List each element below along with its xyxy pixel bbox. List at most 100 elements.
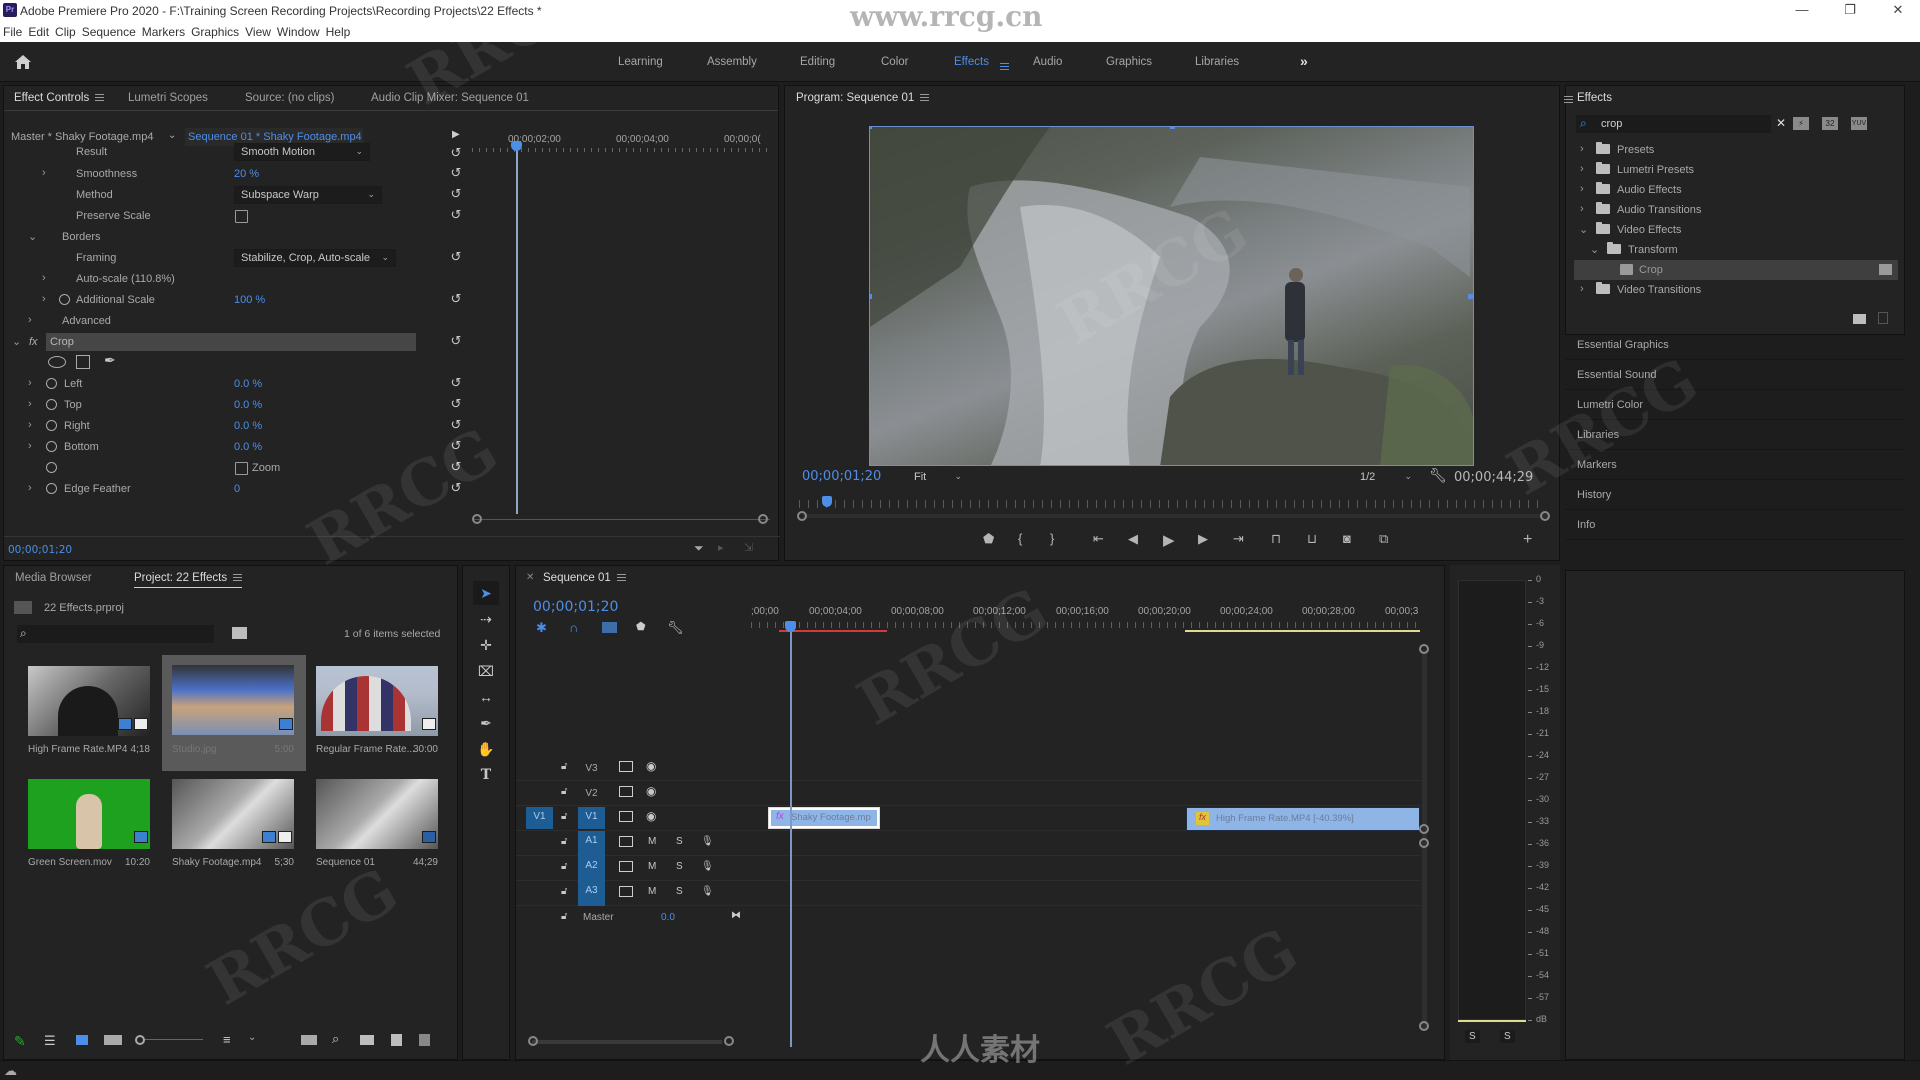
solo-button[interactable]: S [676, 836, 683, 847]
effects-folder-audio-effects[interactable]: › Audio Effects [1574, 180, 1898, 200]
timeline-playhead[interactable] [790, 632, 792, 1047]
lock-icon[interactable]: 🔓︎ [561, 861, 567, 872]
solo-button[interactable]: S [676, 861, 683, 872]
project-item[interactable]: Sequence 01 44;29 [308, 771, 448, 883]
play-icon[interactable]: ▶︎ [1163, 531, 1175, 549]
menu-markers[interactable]: Markers [139, 22, 188, 39]
selection-tool-icon[interactable]: ➤ [473, 581, 499, 605]
expand-chevron-icon[interactable]: › [28, 377, 32, 389]
home-icon[interactable] [14, 54, 32, 70]
solo-button[interactable]: S [676, 886, 683, 897]
nest-toggle-icon[interactable]: ✱ [536, 620, 547, 636]
freeform-view-icon[interactable] [104, 1035, 122, 1045]
stopwatch-icon[interactable] [59, 294, 70, 305]
snap-icon[interactable]: ∩ [569, 620, 578, 635]
mute-button[interactable]: M [648, 861, 656, 872]
panel-menu-icon[interactable] [920, 94, 930, 102]
lock-icon[interactable]: 🔓︎ [561, 811, 567, 822]
sync-lock-icon[interactable] [619, 861, 633, 872]
new-item-icon[interactable] [391, 1034, 402, 1046]
panel-lumetri-color[interactable]: Lumetri Color [1565, 390, 1905, 420]
track-select-tool-icon[interactable]: ⇢ [473, 607, 499, 631]
reset-icon[interactable]: ↺ [448, 146, 464, 160]
reset-icon[interactable]: ↺ [448, 418, 464, 432]
accelerated-effects-filter-icon[interactable]: ⚡ [1793, 117, 1809, 130]
reset-icon[interactable]: ↺ [448, 481, 464, 495]
program-playhead[interactable] [821, 496, 832, 507]
reset-icon[interactable]: ↺ [448, 439, 464, 453]
expand-chevron-icon[interactable]: › [42, 167, 46, 179]
tab-source[interactable]: Source: (no clips) [245, 92, 334, 104]
expand-chevron-icon[interactable]: › [28, 482, 32, 494]
extract-icon[interactable]: ⊔ [1307, 531, 1317, 547]
close-sequence-icon[interactable]: ✕ [526, 572, 534, 583]
new-bin-icon[interactable] [1853, 314, 1866, 324]
stopwatch-icon[interactable] [46, 378, 57, 389]
sync-lock-icon[interactable] [619, 886, 633, 897]
menu-window[interactable]: Window [274, 22, 323, 39]
button-editor-plus-icon[interactable]: + [1523, 531, 1532, 549]
timeline-settings-wrench-icon[interactable]: 🔧︎ [667, 620, 684, 636]
effects-search-field[interactable]: ⌕ crop ✕ [1576, 115, 1786, 133]
expand-chevron-icon[interactable]: › [28, 314, 32, 326]
timeline-timecode[interactable]: 00;00;01;20 [533, 599, 618, 615]
stopwatch-icon[interactable] [46, 462, 57, 473]
tab-audio-clip-mixer[interactable]: Audio Clip Mixer: Sequence 01 [371, 92, 529, 104]
workspace-learning[interactable]: Learning [618, 56, 663, 68]
timeline-clip[interactable]: fx High Frame Rate.MP4 [-40.39%] [1186, 807, 1420, 831]
list-view-icon[interactable]: ☰ [44, 1033, 56, 1049]
stopwatch-icon[interactable] [46, 399, 57, 410]
panel-history[interactable]: History [1565, 480, 1905, 510]
workspace-menu-icon[interactable] [1000, 63, 1009, 71]
effects-folder-audio-transitions[interactable]: › Audio Transitions [1574, 200, 1898, 220]
mark-in-icon[interactable]: { [1018, 531, 1022, 546]
project-item[interactable]: Green Screen.mov 10:20 [20, 771, 160, 883]
menu-graphics[interactable]: Graphics [188, 22, 242, 39]
lift-icon[interactable]: ⊓ [1271, 531, 1281, 547]
hand-tool-icon[interactable]: ✋ [473, 737, 499, 761]
menu-edit[interactable]: Edit [25, 22, 52, 39]
reset-icon[interactable]: ↺ [448, 166, 464, 180]
preserve-scale-checkbox[interactable] [235, 210, 248, 223]
type-tool-icon[interactable]: T [473, 763, 499, 787]
reset-icon[interactable]: ↺ [448, 250, 464, 264]
sort-icon[interactable]: ≡ [223, 1032, 231, 1047]
close-button[interactable]: ✕ [1878, 2, 1918, 18]
effects-folder-video-transitions[interactable]: › Video Transitions [1574, 280, 1898, 300]
program-timecode[interactable]: 00;00;01;20 [802, 469, 881, 484]
workspace-editing[interactable]: Editing [800, 56, 835, 68]
sequence-clip-label[interactable]: Sequence 01 * Shaky Footage.mp4 [188, 131, 362, 143]
sync-lock-icon[interactable] [619, 836, 633, 847]
play-audio-icon[interactable]: ▸ [718, 541, 724, 554]
track-height-toggle-icon[interactable]: ⧓ [731, 910, 741, 921]
mark-out-icon[interactable]: } [1050, 531, 1054, 546]
panel-essential-sound[interactable]: Essential Sound [1565, 360, 1905, 390]
workspace-effects[interactable]: Effects [954, 56, 989, 68]
menu-view[interactable]: View [242, 22, 274, 39]
solo-right-button[interactable]: S [1500, 1030, 1515, 1043]
crop-effect-header[interactable]: ⌄ fx Crop ↺ [4, 332, 464, 353]
step-forward-icon[interactable]: ▶︎ [1198, 531, 1208, 547]
lock-icon[interactable]: 🔓︎ [561, 761, 567, 772]
voiceover-mic-icon[interactable]: 🎙︎ [701, 836, 714, 847]
sync-lock-icon[interactable] [619, 786, 633, 797]
trash-icon[interactable] [419, 1034, 430, 1046]
mute-button[interactable]: M [648, 836, 656, 847]
export-frame-camera-icon[interactable]: ◙ [1343, 531, 1351, 546]
restore-button[interactable]: ❐ [1830, 2, 1870, 18]
workspace-assembly[interactable]: Assembly [707, 56, 757, 68]
add-marker-icon[interactable]: ⬟ [636, 620, 646, 633]
go-to-in-icon[interactable]: ⇤ [1093, 531, 1104, 547]
find-bin-icon[interactable] [232, 627, 247, 639]
expand-chevron-icon[interactable]: › [28, 419, 32, 431]
reset-icon[interactable]: ↺ [448, 292, 464, 306]
lock-icon[interactable]: 🔓︎ [561, 886, 567, 897]
workspace-overflow-button[interactable]: » [1300, 53, 1308, 69]
source-patch-v1[interactable]: V1 [526, 807, 553, 829]
tab-sequence-01[interactable]: Sequence 01 [543, 572, 626, 584]
effects-item-crop[interactable]: Crop [1574, 260, 1898, 280]
result-dropdown[interactable]: Smooth Motion ⌄ [234, 143, 370, 161]
reset-icon[interactable]: ↺ [448, 376, 464, 390]
collapse-chevron-icon[interactable]: ⌄ [28, 230, 37, 243]
add-marker-icon[interactable]: ⬟ [983, 531, 994, 547]
